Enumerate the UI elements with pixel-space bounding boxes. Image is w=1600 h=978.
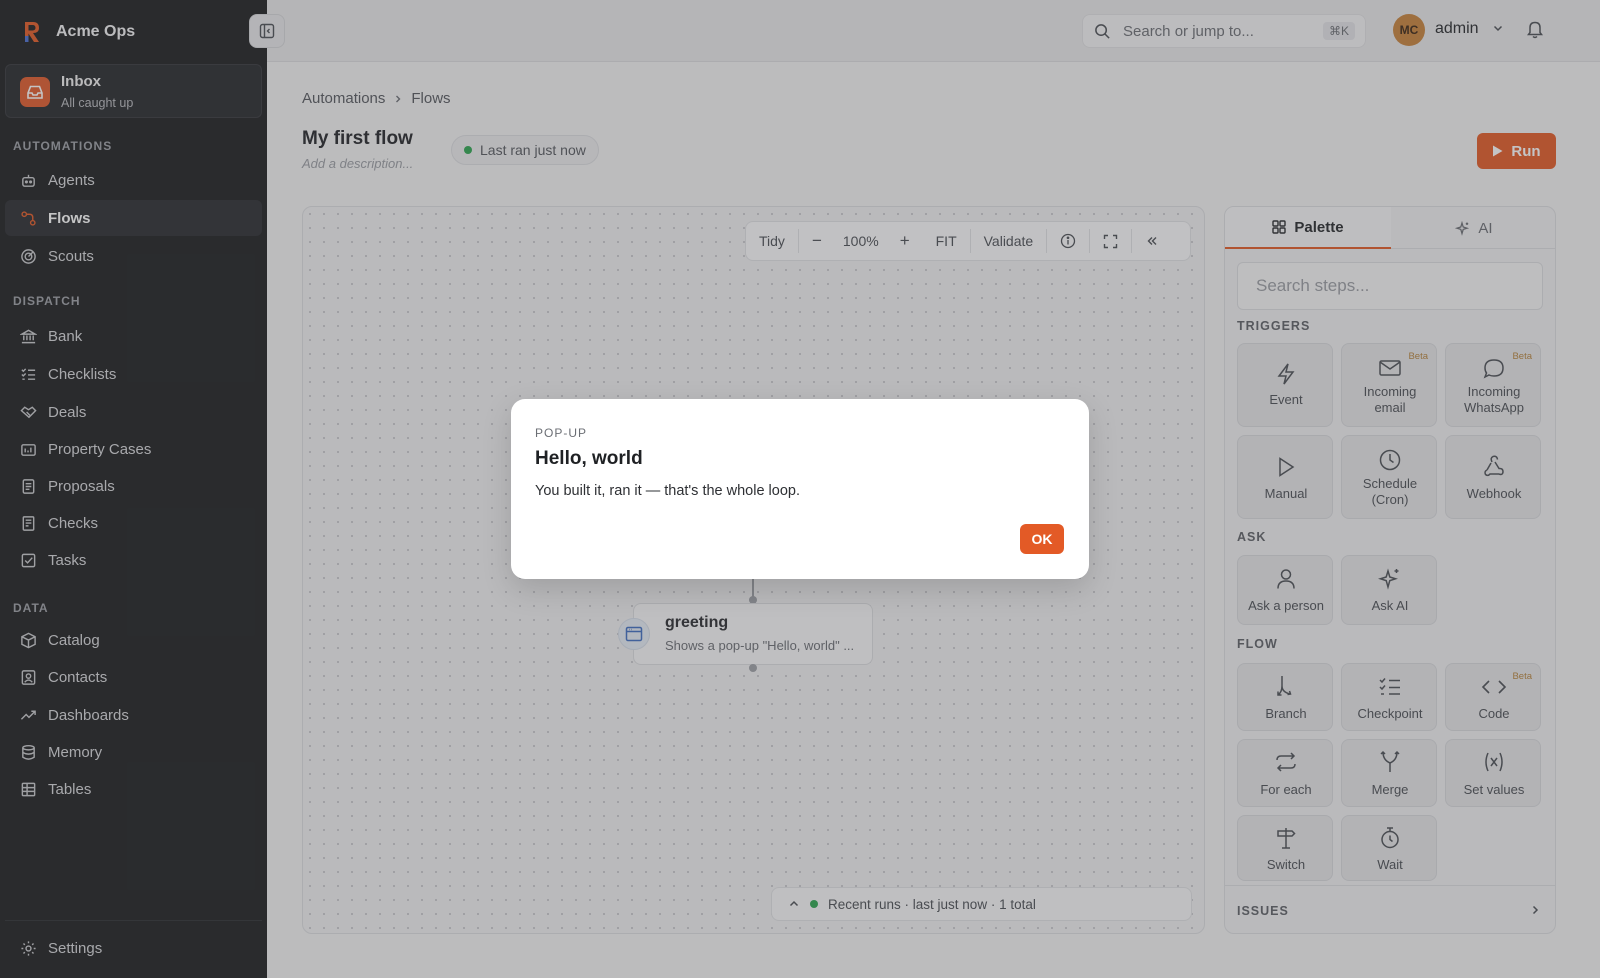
ok-button[interactable]: OK xyxy=(1020,524,1064,554)
popup-dialog: POP-UP Hello, world You built it, ran it… xyxy=(511,399,1089,579)
dialog-body: You built it, ran it — that's the whole … xyxy=(535,483,801,499)
dialog-eyebrow: POP-UP xyxy=(535,426,588,440)
dialog-title: Hello, world xyxy=(535,448,643,469)
